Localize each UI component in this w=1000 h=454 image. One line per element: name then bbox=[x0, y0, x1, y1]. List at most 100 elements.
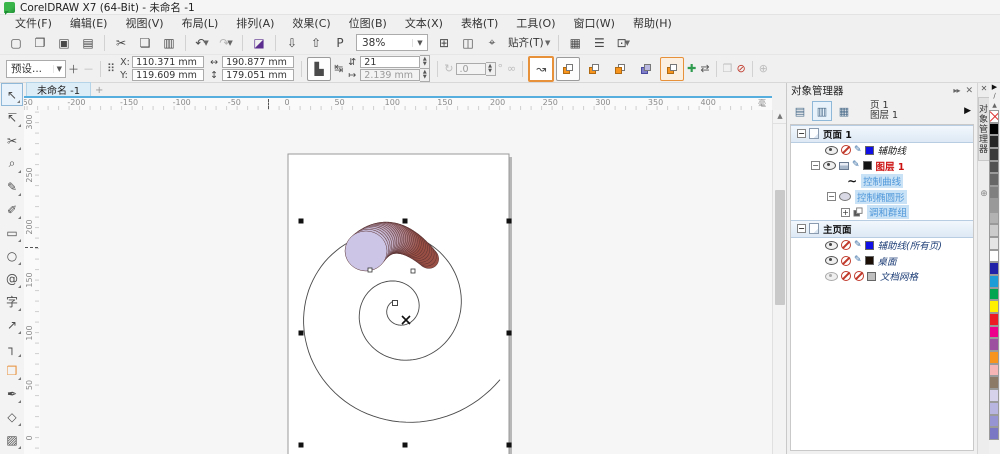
vertical-scrollbar[interactable]: ▲ bbox=[772, 110, 787, 454]
more-blend-options-button[interactable] bbox=[634, 57, 658, 81]
color-swatch-15[interactable] bbox=[989, 300, 999, 313]
tree-object-row[interactable]: ∼ 控制曲线 bbox=[791, 174, 973, 190]
color-swatch-25[interactable] bbox=[989, 427, 999, 440]
import-button[interactable]: ⇩ bbox=[281, 32, 303, 53]
blend-spacing-field[interactable]: 2.139 mm bbox=[360, 69, 421, 81]
undo-button[interactable]: ↶ ▼ bbox=[191, 32, 213, 53]
cut-button[interactable]: ✂ bbox=[110, 32, 132, 53]
menu-item-11[interactable]: 帮助(H) bbox=[624, 14, 681, 32]
palette-scroll-up[interactable]: ▲ bbox=[989, 101, 1000, 110]
start-end-flip-button[interactable] bbox=[608, 57, 632, 81]
tree-page-row[interactable]: − 主页面 bbox=[791, 220, 973, 238]
object-acceleration-button[interactable] bbox=[660, 56, 685, 81]
tree-layer-row[interactable]: ✎ 辅助线(所有页) bbox=[791, 238, 973, 254]
remove-preset-button[interactable]: － bbox=[83, 61, 94, 77]
print-button[interactable]: ▤ bbox=[77, 32, 99, 53]
color-swatch-7[interactable] bbox=[989, 198, 999, 212]
document-tab[interactable]: 未命名 -1 bbox=[26, 82, 92, 97]
add-preset-button[interactable]: ＋ bbox=[68, 61, 79, 77]
drawing-canvas[interactable] bbox=[40, 110, 772, 454]
copy-button[interactable]: ❏ bbox=[134, 32, 156, 53]
object-x-field[interactable]: 110.371 mm bbox=[132, 56, 205, 68]
color-swatch-24[interactable] bbox=[989, 414, 999, 428]
tree-page-row[interactable]: − 页面 1 bbox=[791, 125, 973, 143]
show-rulers-button[interactable]: ◫ bbox=[457, 32, 479, 53]
menu-item-4[interactable]: 排列(A) bbox=[227, 14, 283, 32]
blend-steps-field[interactable]: 21 bbox=[360, 56, 421, 68]
no-color-swatch[interactable] bbox=[989, 110, 999, 123]
preset-select[interactable]: 预设... ▼ bbox=[6, 59, 66, 78]
color-swatch-2[interactable] bbox=[989, 135, 999, 149]
export-button[interactable]: ⇧ bbox=[305, 32, 327, 53]
zoom-tool[interactable]: ⌕ bbox=[1, 152, 23, 175]
panel-flyout-arrow[interactable]: ▶ bbox=[964, 106, 974, 116]
arrows-button[interactable]: ⇄ bbox=[700, 62, 709, 75]
pick-tool[interactable]: ↖ bbox=[1, 83, 23, 106]
artistic-media-tool[interactable]: ✐ bbox=[1, 198, 23, 221]
palette-eyedropper-icon[interactable]: ∕ bbox=[989, 92, 1000, 101]
scroll-up-arrow[interactable]: ▲ bbox=[773, 110, 787, 124]
open-button[interactable]: ❐ bbox=[29, 32, 51, 53]
publish-pdf-button[interactable]: P bbox=[329, 32, 351, 53]
menu-item-5[interactable]: 效果(C) bbox=[283, 14, 339, 32]
blend-tool[interactable]: ❒ bbox=[1, 359, 23, 382]
menu-item-0[interactable]: 文件(F) bbox=[6, 14, 61, 32]
redo-button[interactable]: ↷ ▼ bbox=[215, 32, 237, 53]
snap-indicator-button[interactable]: ⌖ bbox=[481, 32, 503, 53]
connector-tool[interactable]: ┐ bbox=[1, 336, 23, 359]
steps-spinner[interactable]: ▲ ▼ bbox=[420, 55, 431, 69]
tree-object-row[interactable]: + 调和群组 bbox=[791, 205, 973, 221]
ellipse-tool[interactable]: ○ bbox=[1, 244, 23, 267]
menu-item-6[interactable]: 位图(B) bbox=[340, 14, 396, 32]
color-swatch-21[interactable] bbox=[989, 376, 999, 390]
eyedropper-tool[interactable]: ✒ bbox=[1, 382, 23, 405]
zoom-level-select[interactable]: 38% ▼ bbox=[356, 34, 428, 51]
clear-blend-button[interactable]: ⊘ bbox=[736, 62, 745, 75]
new-document-button[interactable]: ▢ bbox=[5, 32, 27, 53]
text-tool[interactable]: 字 bbox=[1, 290, 23, 313]
paste-button[interactable]: ▥ bbox=[158, 32, 180, 53]
docker-flyout-button[interactable]: ▸▸ bbox=[953, 86, 960, 95]
color-swatch-8[interactable] bbox=[989, 211, 999, 225]
color-swatch-14[interactable] bbox=[989, 287, 999, 301]
color-swatch-17[interactable] bbox=[989, 325, 999, 339]
rectangle-tool[interactable]: ▭ bbox=[1, 221, 23, 244]
color-swatch-6[interactable] bbox=[989, 186, 999, 199]
start-object-button[interactable] bbox=[556, 56, 581, 81]
layer-manager-view-button[interactable]: ▦ bbox=[834, 101, 854, 121]
vertical-ruler[interactable]: 0 50 100 150 200 250 300 bbox=[24, 110, 41, 454]
new-tab-button[interactable]: + bbox=[91, 84, 107, 96]
crop-tool[interactable]: ✂ bbox=[1, 129, 23, 152]
palette-flyout-icon[interactable]: ▶ bbox=[989, 83, 1000, 92]
menu-item-7[interactable]: 文本(X) bbox=[396, 14, 452, 32]
color-swatch-5[interactable] bbox=[989, 173, 999, 187]
color-swatch-12[interactable] bbox=[989, 262, 999, 275]
add-object-button[interactable]: ✚ bbox=[687, 62, 696, 75]
align-button[interactable]: ☰ bbox=[588, 32, 610, 53]
menu-item-3[interactable]: 布局(L) bbox=[173, 14, 228, 32]
full-screen-preview-button[interactable]: ⊞ bbox=[433, 32, 455, 53]
add-plus-button[interactable]: ⊕ bbox=[759, 62, 768, 75]
color-swatch-16[interactable] bbox=[989, 313, 999, 326]
tree-layer-row[interactable]: ✎ 桌面 bbox=[791, 253, 973, 269]
blend-direction-field[interactable]: .0 bbox=[455, 62, 486, 75]
tree-layer-row[interactable]: ✎ 辅助线 bbox=[791, 143, 973, 159]
color-swatch-19[interactable] bbox=[989, 351, 999, 364]
direction-spinner[interactable]: ▲ ▼ bbox=[485, 61, 496, 76]
end-object-button[interactable] bbox=[582, 57, 606, 81]
menu-item-10[interactable]: 窗口(W) bbox=[565, 14, 624, 32]
freehand-tool[interactable]: ✎ bbox=[1, 175, 23, 198]
menu-item-2[interactable]: 视图(V) bbox=[116, 14, 172, 32]
color-swatch-1[interactable] bbox=[989, 122, 999, 136]
spacing-spinner[interactable]: ▲ ▼ bbox=[420, 68, 431, 82]
object-width-field[interactable]: 190.877 mm bbox=[222, 56, 295, 68]
menu-item-9[interactable]: 工具(O) bbox=[507, 14, 564, 32]
color-swatch-20[interactable] bbox=[989, 363, 999, 377]
menu-item-1[interactable]: 编辑(E) bbox=[61, 14, 117, 32]
object-height-field[interactable]: 179.051 mm bbox=[222, 69, 295, 81]
outline-pen-tool[interactable]: ◇ bbox=[1, 405, 23, 428]
copy-blend-button[interactable]: ❐ bbox=[723, 62, 733, 75]
docker-close-button[interactable]: ✕ bbox=[965, 86, 973, 96]
path-properties-button[interactable]: ↝ bbox=[528, 55, 555, 82]
launcher-button[interactable]: ⊡ ▼ bbox=[612, 32, 634, 53]
